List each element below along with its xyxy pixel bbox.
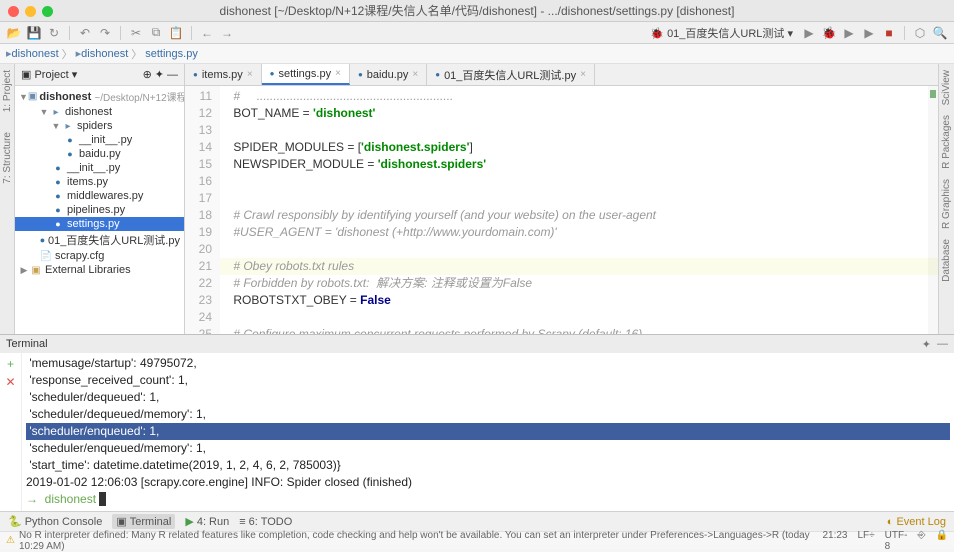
profile-icon[interactable]: ▶	[861, 25, 877, 41]
main-toolbar: 📂 💾 ↻ ↶ ↷ ✂ ⧉ 📋 ← → 🐞 01_百度失信人URL测试 ▾ ▶ …	[0, 22, 954, 44]
project-rail[interactable]: 1: Project	[2, 70, 13, 112]
window-title: dishonest [~/Desktop/N+12课程/失信人名单/代码/dis…	[0, 0, 954, 22]
editor-scrollbar[interactable]	[928, 86, 938, 334]
close-tab-icon[interactable]: ×	[580, 69, 586, 80]
right-gutter: SciView R Packages R Graphics Database	[938, 64, 954, 334]
r-graphics-rail[interactable]: R Graphics	[941, 179, 952, 229]
editor-tab[interactable]: ●01_百度失信人URL测试.py×	[427, 64, 595, 85]
forward-icon[interactable]: →	[219, 25, 235, 41]
run-config-selector[interactable]: 🐞 01_百度失信人URL测试 ▾	[646, 25, 797, 41]
terminal-title: Terminal	[6, 338, 48, 350]
file-item[interactable]: ●settings.py	[15, 217, 184, 231]
folder-item[interactable]: ▼▸spiders	[15, 119, 184, 133]
zoom-window-icon[interactable]	[42, 6, 53, 17]
todo-button[interactable]: ≡ 6: TODO	[239, 514, 292, 529]
structure-rail[interactable]: 7: Structure	[2, 132, 13, 184]
collapse-icon[interactable]: ⊕	[143, 68, 152, 81]
close-session-icon[interactable]: ✕	[5, 375, 15, 389]
terminal-button[interactable]: ▣ Terminal	[112, 514, 175, 529]
settings-icon[interactable]: ✦	[155, 68, 164, 81]
hide-icon[interactable]: —	[167, 69, 178, 81]
vcs-icon[interactable]: ⬡	[912, 25, 928, 41]
close-tab-icon[interactable]: ×	[335, 68, 341, 79]
r-packages-rail[interactable]: R Packages	[941, 115, 952, 169]
debug-icon[interactable]: 🐞	[821, 25, 837, 41]
close-tab-icon[interactable]: ×	[247, 69, 253, 80]
open-icon[interactable]: 📂	[6, 25, 22, 41]
git-icon[interactable]: ⎆	[918, 530, 926, 552]
minimize-window-icon[interactable]	[25, 6, 36, 17]
breadcrumb-item[interactable]: dishonest	[12, 48, 59, 60]
file-item[interactable]: ●pipelines.py	[15, 203, 184, 217]
breadcrumb-item[interactable]: settings.py	[145, 48, 198, 60]
cut-icon[interactable]: ✂	[128, 25, 144, 41]
gear-icon[interactable]: ✦	[922, 338, 931, 351]
project-scope[interactable]: ▣ Project ▾	[21, 68, 77, 81]
file-item[interactable]: ●baidu.py	[15, 147, 184, 161]
file-item[interactable]: ●items.py	[15, 175, 184, 189]
lock-icon[interactable]: 🔒	[936, 530, 948, 552]
terminal-tool-window: Terminal ✦ — + ✕ 'memusage/startup': 497…	[0, 334, 954, 511]
editor-tabs: ●items.py×●settings.py×●baidu.py×●01_百度失…	[185, 64, 938, 86]
editor-tab[interactable]: ●items.py×	[185, 64, 262, 85]
editor-tab[interactable]: ●baidu.py×	[350, 64, 427, 85]
save-icon[interactable]: 💾	[26, 25, 42, 41]
file-item[interactable]: 📄scrapy.cfg	[15, 249, 184, 263]
terminal-output[interactable]: 'memusage/startup': 49795072, 'response_…	[22, 353, 954, 511]
file-encoding[interactable]: UTF-8	[885, 530, 908, 552]
undo-icon[interactable]: ↶	[77, 25, 93, 41]
status-bar: ⚠ No R interpreter defined: Many R relat…	[0, 531, 954, 549]
folder-item[interactable]: ▼▸dishonest	[15, 105, 184, 119]
warning-icon: ⚠	[6, 535, 15, 546]
hide-terminal-icon[interactable]: —	[937, 338, 948, 351]
left-gutter: 1: Project 7: Structure	[0, 64, 15, 334]
redo-icon[interactable]: ↷	[97, 25, 113, 41]
refresh-icon[interactable]: ↻	[46, 25, 62, 41]
project-tool-window: ▣ Project ▾ ⊕ ✦ — ▼▣ dishonest ~/Desktop…	[15, 64, 185, 334]
new-session-icon[interactable]: +	[7, 357, 14, 371]
close-window-icon[interactable]	[8, 6, 19, 17]
breadcrumb-item[interactable]: dishonest	[81, 48, 128, 60]
stop-icon[interactable]: ■	[881, 25, 897, 41]
paste-icon[interactable]: 📋	[168, 25, 184, 41]
editor-tab[interactable]: ●settings.py×	[262, 64, 350, 85]
event-log-button[interactable]: ◐ Event Log	[887, 516, 946, 528]
file-item[interactable]: ●middlewares.py	[15, 189, 184, 203]
breadcrumb: ▸ dishonest 〉 ▸ dishonest 〉 settings.py	[0, 44, 954, 64]
run-icon[interactable]: ▶	[801, 25, 817, 41]
project-root[interactable]: ▼▣ dishonest ~/Desktop/N+12课程/失	[15, 88, 184, 105]
file-item[interactable]: ▶▣External Libraries	[15, 263, 184, 277]
status-message: No R interpreter defined: Many R related…	[19, 530, 823, 552]
editor-area: ●items.py×●settings.py×●baidu.py×●01_百度失…	[185, 64, 938, 334]
search-icon[interactable]: 🔍	[932, 25, 948, 41]
line-gutter: 1112131415161718192021222324252627	[185, 86, 220, 334]
bottom-toolbar: 🐍 Python Console ▣ Terminal ▶ 4: Run ≡ 6…	[0, 511, 954, 531]
line-separator[interactable]: LF÷	[858, 530, 875, 552]
sciview-rail[interactable]: SciView	[941, 70, 952, 105]
file-item[interactable]: ●01_百度失信人URL测试.py	[15, 231, 184, 249]
cursor-position: 21:23	[822, 530, 847, 552]
code-editor[interactable]: # ......................................…	[220, 86, 938, 334]
close-tab-icon[interactable]: ×	[412, 69, 418, 80]
python-console-button[interactable]: 🐍 Python Console	[8, 514, 102, 529]
coverage-icon[interactable]: ▶	[841, 25, 857, 41]
back-icon[interactable]: ←	[199, 25, 215, 41]
file-item[interactable]: ●__init__.py	[15, 133, 184, 147]
run-button[interactable]: ▶ 4: Run	[185, 514, 229, 529]
copy-icon[interactable]: ⧉	[148, 25, 164, 41]
database-rail[interactable]: Database	[941, 239, 952, 282]
file-item[interactable]: ●__init__.py	[15, 161, 184, 175]
